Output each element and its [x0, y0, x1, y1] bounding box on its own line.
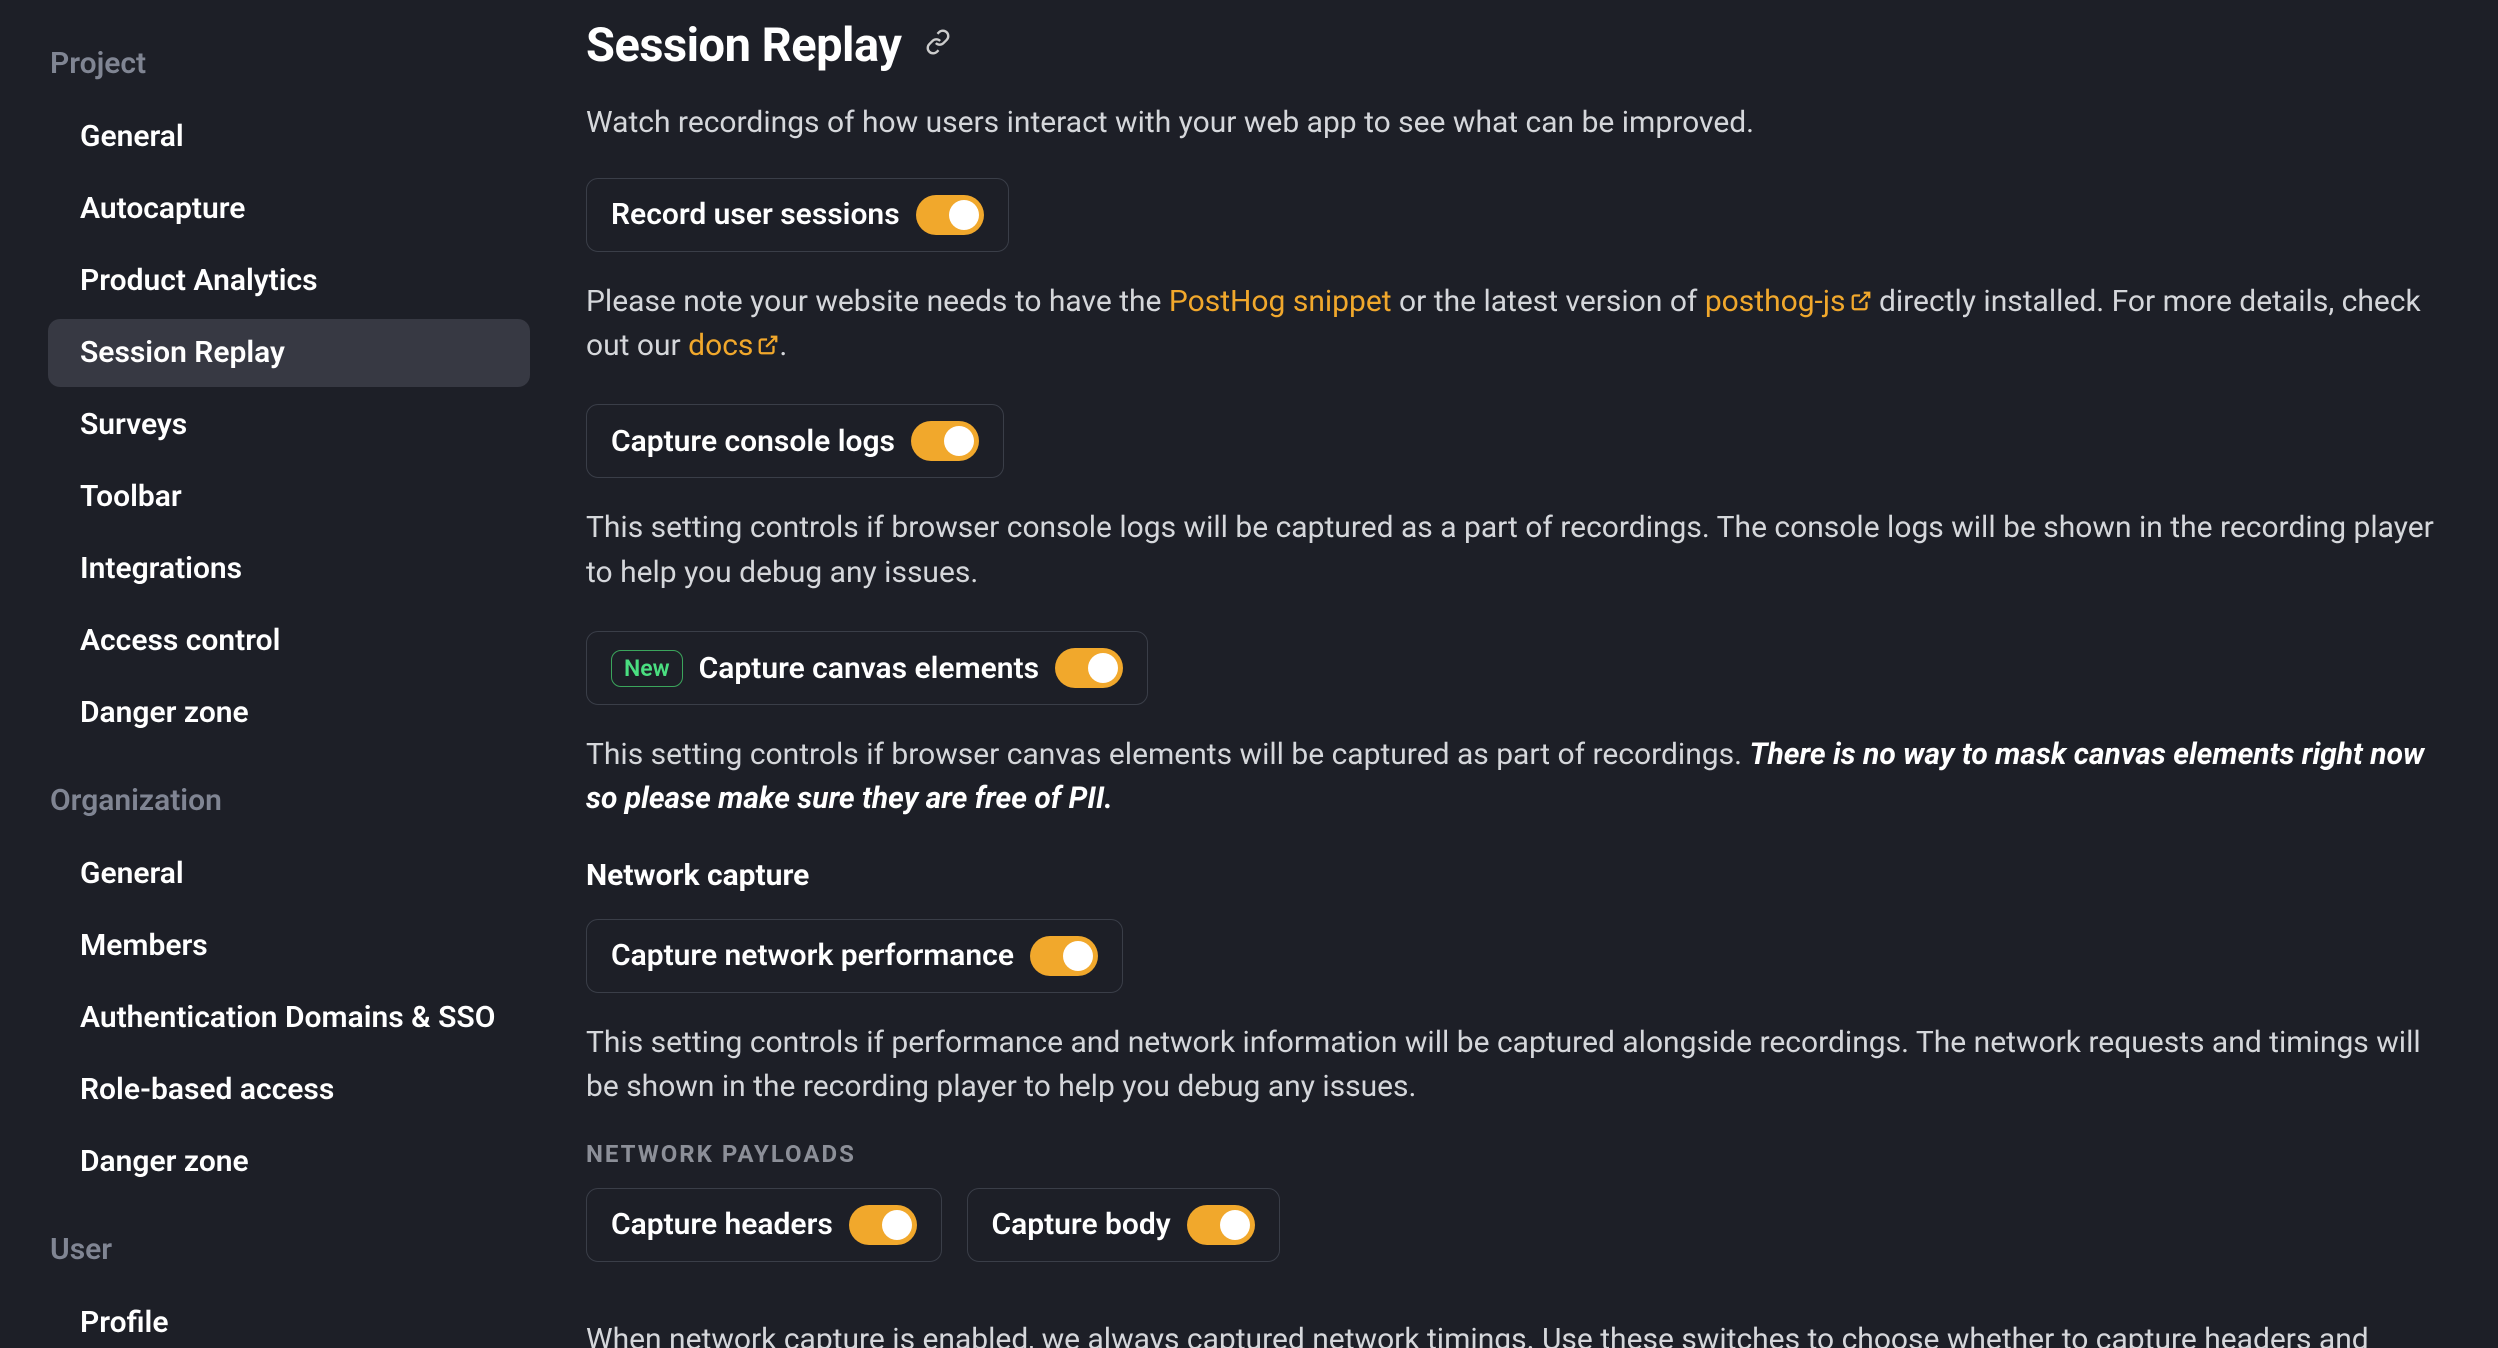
- network-perf-label: Capture network performance: [611, 938, 1014, 973]
- capture-headers-toggle[interactable]: [849, 1205, 917, 1245]
- external-link-icon: [757, 334, 779, 356]
- sidebar-item-access-control[interactable]: Access control: [48, 607, 530, 675]
- page-title: Session Replay: [586, 18, 901, 73]
- capture-headers-card: Capture headers: [586, 1188, 942, 1262]
- network-perf-description: This setting controls if performance and…: [586, 1021, 2438, 1110]
- console-logs-description: This setting controls if browser console…: [586, 506, 2438, 595]
- sidebar-item-role-based-access[interactable]: Role-based access: [48, 1056, 530, 1124]
- record-sessions-label: Record user sessions: [611, 197, 900, 232]
- sidebar-section-user: User: [50, 1232, 530, 1267]
- posthog-js-link[interactable]: posthog-js: [1705, 284, 1872, 319]
- sidebar-item-surveys[interactable]: Surveys: [48, 391, 530, 459]
- sidebar-item-authentication-domains-sso[interactable]: Authentication Domains & SSO: [48, 984, 530, 1052]
- console-logs-card: Capture console logs: [586, 404, 1004, 478]
- sidebar-item-general[interactable]: General: [48, 840, 530, 908]
- console-logs-label: Capture console logs: [611, 424, 895, 459]
- sidebar-section-organization: Organization: [50, 783, 530, 818]
- canvas-description: This setting controls if browser canvas …: [586, 733, 2438, 822]
- record-sessions-card: Record user sessions: [586, 178, 1009, 252]
- page-subtitle: Watch recordings of how users interact w…: [586, 103, 2438, 144]
- canvas-label: Capture canvas elements: [699, 651, 1039, 686]
- sidebar-item-danger-zone[interactable]: Danger zone: [48, 1128, 530, 1196]
- capture-headers-label: Capture headers: [611, 1207, 833, 1242]
- canvas-toggle[interactable]: [1055, 648, 1123, 688]
- network-perf-toggle[interactable]: [1030, 936, 1098, 976]
- sidebar-item-toolbar[interactable]: Toolbar: [48, 463, 530, 531]
- sidebar-item-general[interactable]: General: [48, 103, 530, 171]
- sidebar-item-product-analytics[interactable]: Product Analytics: [48, 247, 530, 315]
- docs-link[interactable]: docs: [688, 328, 779, 363]
- snippet-note: Please note your website needs to have t…: [586, 280, 2438, 369]
- capture-body-toggle[interactable]: [1187, 1205, 1255, 1245]
- console-logs-toggle[interactable]: [911, 421, 979, 461]
- sidebar-item-profile[interactable]: Profile: [48, 1289, 530, 1348]
- sidebar-section-project: Project: [50, 46, 530, 81]
- sidebar-item-session-replay[interactable]: Session Replay: [48, 319, 530, 387]
- network-capture-heading: Network capture: [586, 858, 2438, 893]
- network-payloads-heading: Network Payloads: [586, 1140, 2438, 1168]
- link-icon[interactable]: [925, 29, 951, 62]
- capture-body-card: Capture body: [967, 1188, 1280, 1262]
- posthog-snippet-link[interactable]: PostHog snippet: [1169, 284, 1392, 319]
- settings-sidebar: Project GeneralAutocaptureProduct Analyt…: [0, 0, 560, 1348]
- sidebar-item-integrations[interactable]: Integrations: [48, 535, 530, 603]
- external-link-icon: [1850, 290, 1872, 312]
- record-sessions-toggle[interactable]: [916, 195, 984, 235]
- payloads-description: When network capture is enabled, we alwa…: [586, 1318, 2438, 1348]
- canvas-card: New Capture canvas elements: [586, 631, 1148, 705]
- sidebar-item-danger-zone[interactable]: Danger zone: [48, 679, 530, 747]
- new-badge: New: [611, 650, 683, 687]
- main-content: Session Replay Watch recordings of how u…: [560, 0, 2498, 1348]
- capture-body-label: Capture body: [992, 1207, 1171, 1242]
- network-perf-card: Capture network performance: [586, 919, 1123, 993]
- sidebar-item-members[interactable]: Members: [48, 912, 530, 980]
- sidebar-item-autocapture[interactable]: Autocapture: [48, 175, 530, 243]
